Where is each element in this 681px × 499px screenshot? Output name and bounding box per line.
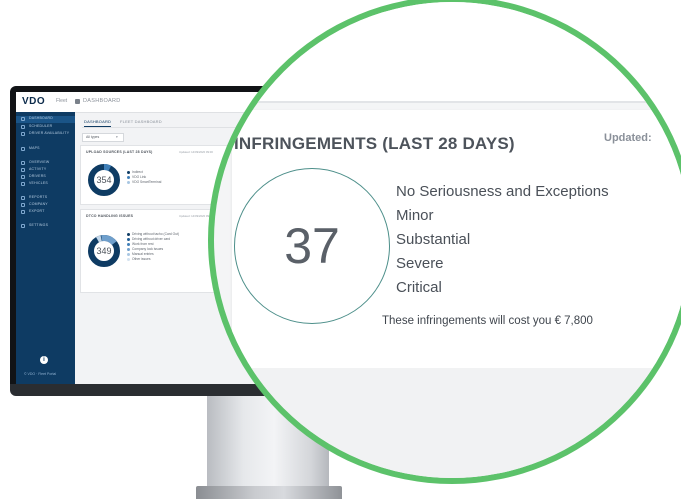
- category-severe[interactable]: Severe: [396, 252, 609, 276]
- sidebar-item-label: OVERVIEW: [29, 160, 50, 164]
- category-minor[interactable]: Minor: [396, 204, 609, 228]
- sidebar-item-label: SCHEDULER: [29, 124, 53, 128]
- breadcrumb: DASHBOARD: [83, 98, 121, 104]
- info-icon[interactable]: i: [40, 356, 48, 364]
- sidebar-item-label: DASHBOARD: [29, 116, 53, 120]
- sidebar-item-label: SETTINGS: [29, 223, 49, 227]
- type-filter-select[interactable]: All types ▾: [82, 133, 124, 142]
- gear-icon: [21, 224, 25, 228]
- card-title: UPLOAD SOURCES (LAST 28 DAYS): [86, 150, 153, 154]
- sidebar: DASHBOARD SCHEDULER DRIVER AVAILABILITY …: [16, 112, 75, 384]
- user-icon: [21, 175, 25, 179]
- truck-icon: [21, 182, 25, 186]
- handling-donut[interactable]: 349: [87, 234, 121, 268]
- sidebar-item-label: VEHICLES: [29, 181, 48, 185]
- sidebar-item-reports[interactable]: REPORTS: [16, 195, 75, 202]
- category-no-seriousness[interactable]: No Seriousness and Exceptions: [396, 180, 609, 204]
- card-title: DTCO HANDLING ISSUES: [86, 214, 134, 218]
- donut-total: 349: [96, 246, 112, 256]
- vdo-logo[interactable]: VDO: [22, 96, 45, 107]
- sidebar-item-overview[interactable]: OVERVIEW: [16, 160, 75, 167]
- sidebar-item-drivers[interactable]: DRIVERS: [16, 174, 75, 181]
- dtco-handling-card: DTCO HANDLING ISSUES Updated: 14/09/2020…: [80, 209, 234, 293]
- tab-fleet-dashboard[interactable]: FLEET DASHBOARD: [120, 119, 162, 124]
- sidebar-item-maps[interactable]: MAPS: [16, 146, 75, 153]
- zoom-header-area: [214, 2, 681, 102]
- export-icon: [21, 210, 25, 214]
- sidebar-item-label: REPORTS: [29, 195, 48, 199]
- calendar-icon: [21, 125, 25, 129]
- sidebar-item-export[interactable]: EXPORT: [16, 209, 75, 216]
- logo-subtitle: Fleet: [56, 98, 68, 104]
- zoom-divider: [214, 101, 681, 103]
- sidebar-item-driver-availability[interactable]: DRIVER AVAILABILITY: [16, 131, 75, 138]
- infringements-updated: Updated:: [604, 132, 652, 144]
- zoom-footer-area: [214, 368, 681, 478]
- sidebar-item-dashboard[interactable]: DASHBOARD: [16, 116, 75, 123]
- sidebar-item-company[interactable]: COMPANY: [16, 202, 75, 209]
- monitor-stand-base: [196, 486, 342, 499]
- sidebar-item-vehicles[interactable]: VEHICLES: [16, 181, 75, 188]
- overview-icon: [21, 161, 25, 165]
- card-updated: Updated: 14/09/2020 09:00: [179, 150, 213, 154]
- infringement-cost-text: These infringements will cost you € 7,80…: [382, 315, 593, 327]
- upload-donut[interactable]: 354: [87, 163, 121, 197]
- sidebar-item-label: COMPANY: [29, 202, 48, 206]
- category-critical[interactable]: Critical: [396, 276, 609, 300]
- sidebar-item-activity[interactable]: ACTIVITY: [16, 167, 75, 174]
- sidebar-item-label: ACTIVITY: [29, 167, 47, 171]
- infringements-title: INFRINGEMENTS (LAST 28 DAYS): [234, 134, 515, 153]
- sidebar-item-label: DRIVERS: [29, 174, 46, 178]
- report-icon: [21, 196, 25, 200]
- sidebar-item-label: EXPORT: [29, 209, 45, 213]
- driver-icon: [21, 132, 25, 136]
- building-icon: [21, 203, 25, 207]
- card-updated: Updated: 14/09/2020 09:00: [179, 214, 213, 218]
- infringement-categories: No Seriousness and Exceptions Minor Subs…: [396, 180, 609, 300]
- upload-sources-card: UPLOAD SOURCES (LAST 28 DAYS) Updated: 1…: [80, 145, 234, 205]
- dashboard-icon: [21, 117, 25, 121]
- sidebar-item-scheduler[interactable]: SCHEDULER: [16, 124, 75, 131]
- infringements-count: 37: [284, 218, 340, 274]
- tab-dashboard[interactable]: DASHBOARD: [84, 119, 112, 127]
- activity-icon: [21, 168, 25, 172]
- sidebar-item-label: DRIVER AVAILABILITY: [29, 131, 70, 135]
- zoom-magnifier: INFRINGEMENTS (LAST 28 DAYS) Updated: 37…: [214, 2, 681, 478]
- filter-value: All types: [86, 135, 100, 139]
- donut-total: 354: [96, 175, 112, 185]
- category-substantial[interactable]: Substantial: [396, 228, 609, 252]
- sidebar-item-label: MAPS: [29, 146, 40, 150]
- map-icon: [21, 147, 25, 151]
- sidebar-footer: © VDO · Fleet Portal: [24, 372, 57, 376]
- dashboard-icon: [75, 99, 80, 104]
- chevron-down-icon: ▾: [116, 135, 118, 139]
- sidebar-item-settings[interactable]: SETTINGS: [16, 223, 75, 230]
